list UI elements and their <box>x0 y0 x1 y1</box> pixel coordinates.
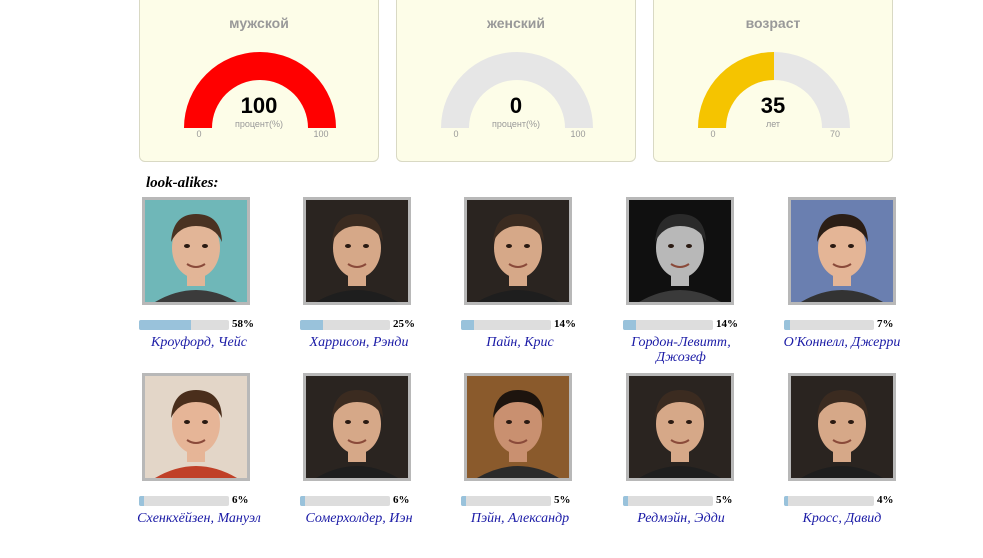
similarity-bar-fill <box>300 496 306 506</box>
face-photo[interactable] <box>626 373 734 481</box>
similarity-percent: 6% <box>393 494 410 506</box>
face-photo[interactable] <box>303 373 411 481</box>
similarity-bar <box>623 320 713 330</box>
face-photo-image <box>467 376 569 478</box>
similarity-percent: 7% <box>877 318 894 330</box>
similarity-percent: 5% <box>554 494 571 506</box>
face-photo-image <box>629 376 731 478</box>
gauge-dial <box>184 52 336 128</box>
similarity-bar <box>300 496 390 506</box>
gauge-min: 0 <box>453 129 459 139</box>
lookalike-name-link[interactable]: Кросс, Давид <box>767 511 917 526</box>
similarity-percent: 6% <box>232 494 249 506</box>
face-photo[interactable] <box>303 197 411 305</box>
lookalike-card: 14% Гордон-Левитт, Джозеф <box>606 197 756 377</box>
similarity-bar <box>784 496 874 506</box>
similarity-bar-fill <box>139 496 145 506</box>
similarity-bar <box>623 496 713 506</box>
gauge-unit: лет <box>765 119 781 129</box>
similarity-percent: 14% <box>716 318 738 330</box>
face-photo-image <box>145 376 247 478</box>
similarity-bar-fill <box>461 320 474 330</box>
lookalike-card: 6% Сомерхолдер, Иэн <box>284 373 434 553</box>
similarity-percent: 14% <box>554 318 576 330</box>
face-photo[interactable] <box>788 373 896 481</box>
gauge-max: 100 <box>313 129 329 139</box>
face-photo[interactable] <box>626 197 734 305</box>
similarity-bar <box>139 496 229 506</box>
face-photo-image <box>306 376 408 478</box>
lookalike-name-link[interactable]: Сомерхолдер, Иэн <box>284 511 434 526</box>
gauge-unit: процент(%) <box>491 119 541 129</box>
similarity-bar <box>461 320 551 330</box>
lookalike-name-link[interactable]: Гордон-Левитт, Джозеф <box>606 335 756 365</box>
similarity-bar-fill <box>623 496 628 506</box>
gauge-dial <box>698 52 850 128</box>
similarity-bar-fill <box>300 320 323 330</box>
face-photo-image <box>791 200 893 302</box>
gauge-value: 0 <box>509 93 523 118</box>
gauge-min: 0 <box>196 129 202 139</box>
lookalike-name-link[interactable]: Схенкхёйзен, Мануэл <box>124 511 274 526</box>
face-photo[interactable] <box>788 197 896 305</box>
gauge-value: 100 <box>240 93 278 118</box>
gauge-unit: процент(%) <box>234 119 284 129</box>
gauge-max: 100 <box>570 129 586 139</box>
lookalikes-heading: look-alikes: <box>146 175 219 191</box>
similarity-bar-fill <box>623 320 636 330</box>
similarity-percent: 4% <box>877 494 894 506</box>
gauge-dial <box>441 52 593 128</box>
lookalike-card: 58% Кроуфорд, Чейс <box>124 197 274 377</box>
gauge-value: 35 <box>760 93 786 118</box>
lookalike-name-link[interactable]: Пэйн, Александр <box>445 511 595 526</box>
face-photo[interactable] <box>142 373 250 481</box>
face-photo-image <box>306 200 408 302</box>
face-photo-image <box>791 376 893 478</box>
face-photo-image <box>629 200 731 302</box>
similarity-bar <box>139 320 229 330</box>
face-photo[interactable] <box>464 197 572 305</box>
similarity-bar <box>784 320 874 330</box>
similarity-percent: 5% <box>716 494 733 506</box>
gauge-max: 70 <box>829 129 840 139</box>
lookalike-card: 7% О'Коннелл, Джерри <box>767 197 917 377</box>
face-photo-image <box>467 200 569 302</box>
face-photo-image <box>145 200 247 302</box>
similarity-bar-fill <box>461 496 466 506</box>
lookalike-card: 5% Пэйн, Александр <box>445 373 595 553</box>
similarity-bar <box>300 320 390 330</box>
lookalike-card: 5% Редмэйн, Эдди <box>606 373 756 553</box>
lookalike-name-link[interactable]: Редмэйн, Эдди <box>606 511 756 526</box>
lookalike-card: 4% Кросс, Давид <box>767 373 917 553</box>
similarity-bar <box>461 496 551 506</box>
lookalike-name-link[interactable]: Пайн, Крис <box>445 335 595 350</box>
gauge-panel-age: возраст 35 лет 0 70 <box>653 0 893 162</box>
lookalike-name-link[interactable]: О'Коннелл, Джерри <box>767 335 917 350</box>
gauge-panel-female: женский 0 процент(%) 0 100 <box>396 0 636 162</box>
lookalike-card: 25% Харрисон, Рэнди <box>284 197 434 377</box>
gauge-min: 0 <box>710 129 716 139</box>
lookalike-name-link[interactable]: Харрисон, Рэнди <box>284 335 434 350</box>
lookalike-card: 6% Схенкхёйзен, Мануэл <box>124 373 274 553</box>
gauge-panel-male: мужской 100 процент(%) 0 100 <box>139 0 379 162</box>
face-photo[interactable] <box>464 373 572 481</box>
face-photo[interactable] <box>142 197 250 305</box>
similarity-bar-fill <box>784 496 788 506</box>
similarity-bar-fill <box>139 320 192 330</box>
similarity-bar-fill <box>784 320 791 330</box>
lookalike-name-link[interactable]: Кроуфорд, Чейс <box>124 335 274 350</box>
similarity-percent: 58% <box>232 318 254 330</box>
similarity-percent: 25% <box>393 318 415 330</box>
lookalike-card: 14% Пайн, Крис <box>445 197 595 377</box>
